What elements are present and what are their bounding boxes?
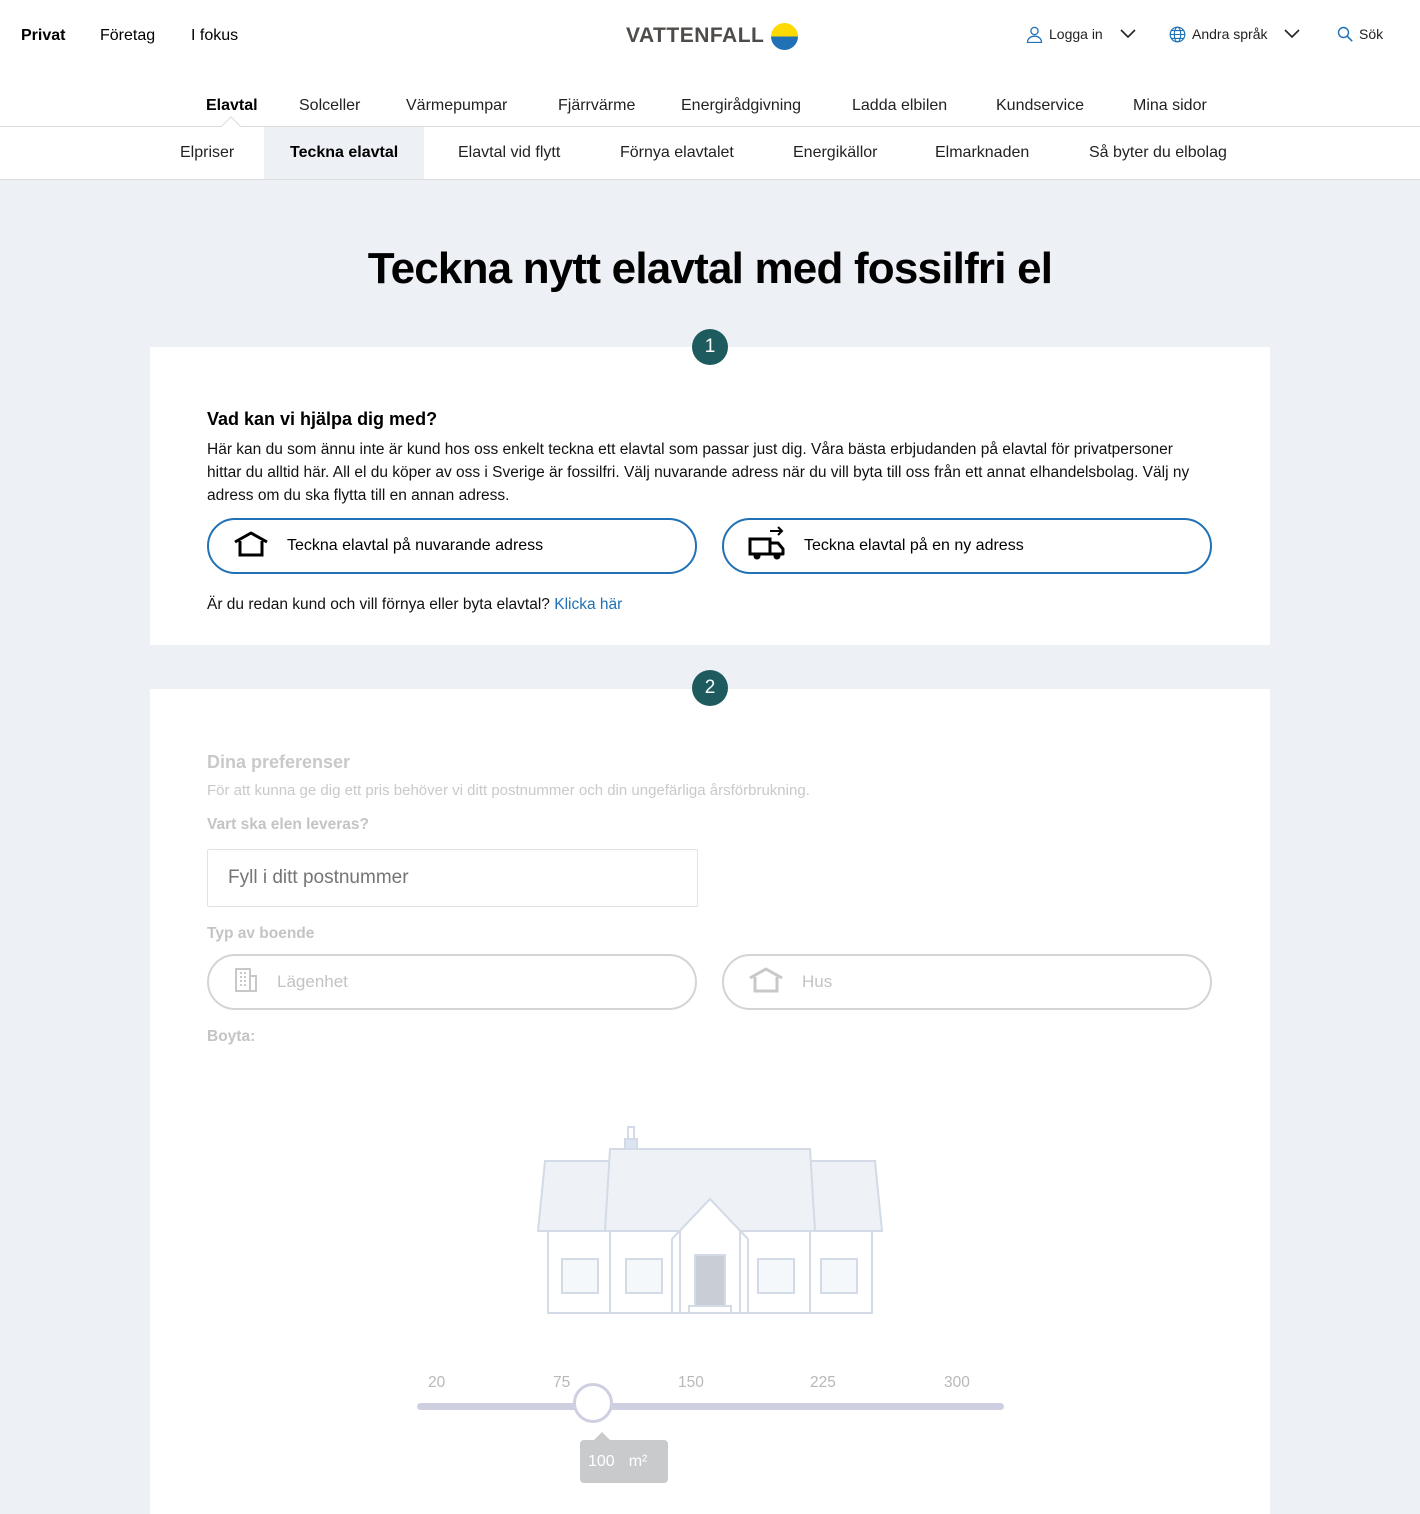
- main-nav: Elavtal Solceller Värmepumpar Fjärrvärme…: [0, 96, 1420, 127]
- user-icon: [1026, 26, 1043, 43]
- logo-text: VATTENFALL: [626, 24, 765, 47]
- nav-ladda-elbilen[interactable]: Ladda elbilen: [852, 96, 947, 116]
- login-label: Logga in: [1049, 26, 1103, 42]
- subnav-energikallor[interactable]: Energikällor: [793, 127, 877, 179]
- area-unit: m²: [628, 1453, 648, 1470]
- step1-card: Vad kan vi hjälpa dig med? Här kan du so…: [150, 347, 1270, 645]
- nav-kundservice[interactable]: Kundservice: [996, 96, 1084, 116]
- subnav-elavtal-vid-flytt[interactable]: Elavtal vid flytt: [458, 127, 560, 179]
- language-button[interactable]: Andra språk: [1169, 25, 1301, 43]
- subnav-sa-byter-du-elbolag[interactable]: Så byter du elbolag: [1089, 127, 1227, 179]
- housing-type-label: Typ av boende: [207, 925, 315, 942]
- language-label: Andra språk: [1192, 26, 1268, 42]
- subnav-fornya-elavtalet[interactable]: Förnya elavtalet: [620, 127, 734, 179]
- current-address-button[interactable]: Teckna elavtal på nuvarande adress: [207, 518, 697, 574]
- existing-customer-text: Är du redan kund och vill förnya eller b…: [207, 596, 622, 614]
- new-address-button[interactable]: Teckna elavtal på en ny adress: [722, 518, 1212, 574]
- slider-tick: 225: [810, 1374, 836, 1391]
- house-icon: [724, 966, 802, 999]
- step2-description: För att kunna ge dig ett pris behöver vi…: [207, 782, 810, 799]
- nav-solceller[interactable]: Solceller: [299, 96, 360, 116]
- step1-badge: 1: [692, 329, 728, 365]
- apartment-option-button[interactable]: Lägenhet: [207, 954, 697, 1010]
- nav-energiradgivning[interactable]: Energirådgivning: [681, 96, 801, 116]
- step2-badge: 2: [692, 670, 728, 706]
- nav-fjarrvarme[interactable]: Fjärrvärme: [558, 96, 635, 116]
- area-value-tooltip: 100 m²: [580, 1432, 668, 1483]
- segment-foretag[interactable]: Företag: [100, 26, 155, 46]
- living-area-label: Boyta:: [207, 1028, 256, 1045]
- existing-customer-link[interactable]: Klicka här: [554, 596, 622, 613]
- step1-title: Vad kan vi hjälpa dig med?: [207, 409, 438, 429]
- area-slider-track[interactable]: [417, 1403, 1004, 1410]
- slider-tick: 300: [944, 1374, 970, 1391]
- step2-card: Dina preferenser För att kunna ge dig et…: [150, 689, 1270, 1514]
- nav-elavtal[interactable]: Elavtal: [206, 96, 258, 116]
- step1-description: Här kan du som ännu inte är kund hos oss…: [207, 441, 1190, 504]
- house-option-button[interactable]: Hus: [722, 954, 1212, 1010]
- nav-mina-sidor[interactable]: Mina sidor: [1133, 96, 1207, 116]
- current-address-label: Teckna elavtal på nuvarande adress: [287, 537, 544, 554]
- house-icon: [209, 530, 287, 563]
- area-value: 100: [588, 1453, 615, 1470]
- existing-customer-question: Är du redan kund och vill förnya eller b…: [207, 596, 550, 613]
- moving-truck-icon: [724, 525, 804, 567]
- apartment-option-label: Lägenhet: [277, 972, 348, 991]
- segment-privat[interactable]: Privat: [21, 26, 65, 46]
- subnav-teckna-elavtal[interactable]: Teckna elavtal: [264, 127, 425, 179]
- area-slider-handle[interactable]: [573, 1383, 613, 1423]
- subnav-elmarknaden[interactable]: Elmarknaden: [935, 127, 1029, 179]
- apartment-building-icon: [209, 967, 277, 998]
- globe-icon: [1169, 26, 1186, 43]
- delivery-label: Vart ska elen leveras?: [207, 816, 370, 833]
- step2-title: Dina preferenser: [207, 752, 351, 772]
- house-illustration: [535, 1119, 885, 1324]
- slider-tick: 150: [678, 1374, 704, 1391]
- new-address-label: Teckna elavtal på en ny adress: [804, 537, 1024, 554]
- chevron-down-icon[interactable]: [1120, 29, 1136, 39]
- search-button[interactable]: Sök: [1337, 25, 1383, 43]
- subnav-elpriser[interactable]: Elpriser: [180, 127, 234, 179]
- sub-nav: Elpriser Teckna elavtal Elavtal vid flyt…: [0, 127, 1420, 180]
- slider-tick: 75: [553, 1374, 571, 1391]
- postal-code-input[interactable]: [207, 849, 698, 907]
- vattenfall-logo[interactable]: VATTENFALL: [626, 22, 799, 50]
- slider-tick: 20: [428, 1374, 446, 1391]
- segment-i-fokus[interactable]: I fokus: [191, 26, 238, 46]
- login-button[interactable]: Logga in: [1026, 25, 1136, 43]
- nav-varmepumpar[interactable]: Värmepumpar: [406, 96, 507, 116]
- top-header: Privat Företag I fokus VATTENFALL Logga …: [0, 0, 1420, 127]
- logo-circle-icon: [771, 22, 799, 50]
- chevron-down-icon[interactable]: [1284, 29, 1301, 39]
- page-title: Teckna nytt elavtal med fossilfri el: [367, 244, 1053, 293]
- search-label: Sök: [1359, 26, 1384, 42]
- search-icon: [1337, 26, 1353, 42]
- house-option-label: Hus: [802, 972, 833, 991]
